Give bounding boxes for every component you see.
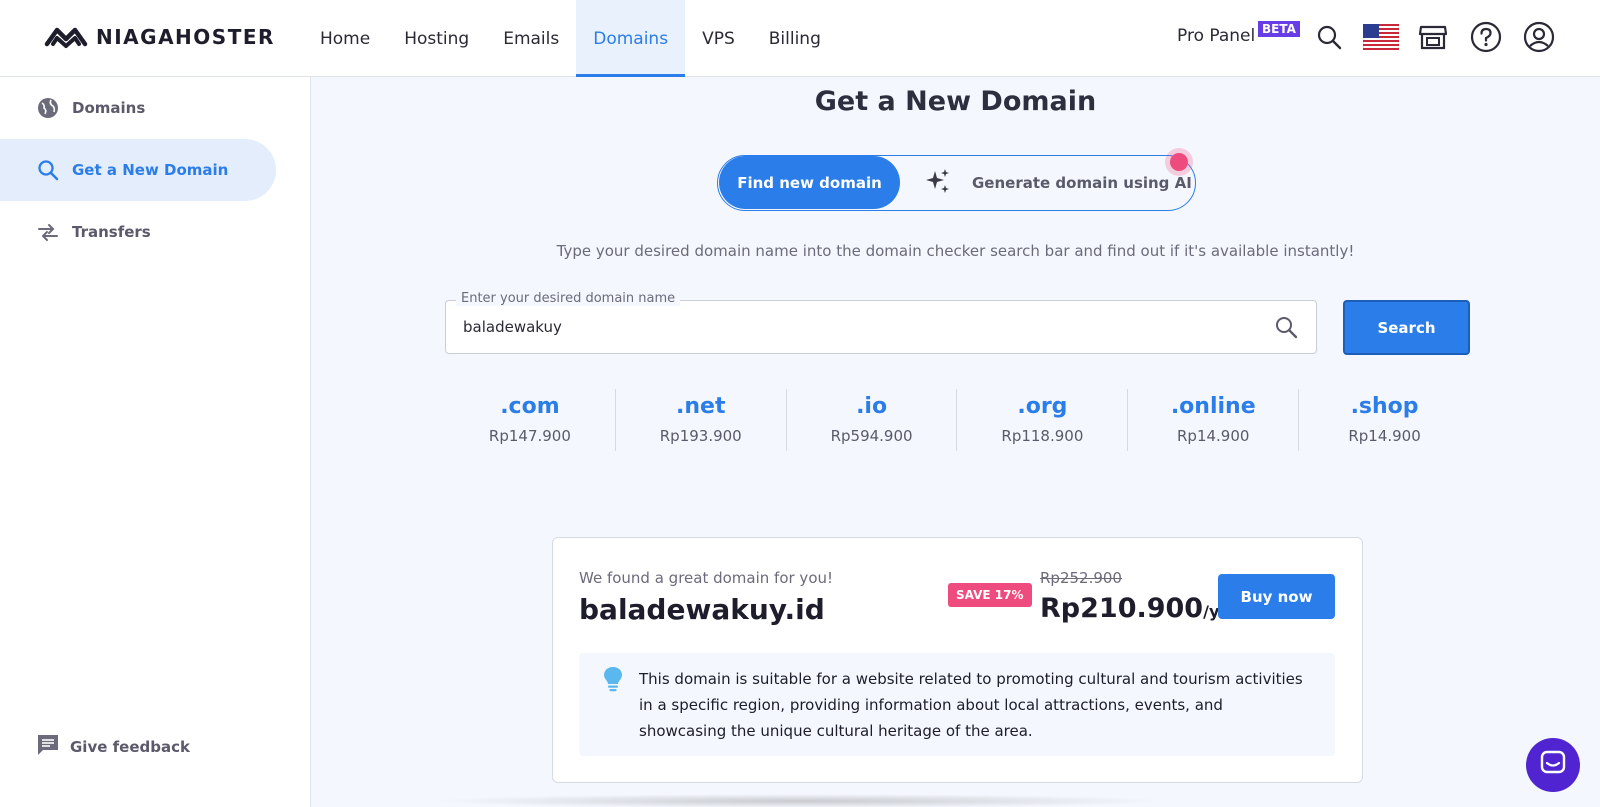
lightbulb-icon [603, 666, 623, 692]
beta-badge: BETA [1258, 21, 1300, 37]
sidebar-item-label: Domains [72, 99, 146, 117]
transfer-icon [36, 220, 60, 244]
find-new-domain-tab[interactable]: Find new domain [719, 156, 900, 209]
tld-item[interactable]: .online Rp14.900 [1128, 389, 1300, 451]
old-price: Rp252.900 [1040, 569, 1122, 587]
tld-name: .net [676, 394, 726, 419]
search-button[interactable]: Search [1343, 300, 1470, 355]
tld-price: Rp594.900 [830, 427, 913, 445]
tld-item[interactable]: .net Rp193.900 [616, 389, 787, 451]
nav-emails[interactable]: Emails [486, 0, 576, 77]
domain-search-field[interactable]: Enter your desired domain name baladewak… [445, 291, 1317, 354]
tld-item[interactable]: .shop Rp14.900 [1299, 389, 1470, 451]
tld-name: .online [1170, 394, 1256, 419]
logo-text: NIAGAHOSTER [96, 25, 275, 49]
save-badge: SAVE 17% [948, 583, 1032, 607]
tld-name: .com [500, 394, 560, 419]
price-value: Rp210.900 [1040, 593, 1204, 624]
tld-name: .org [1017, 394, 1068, 419]
nav-hosting[interactable]: Hosting [387, 0, 486, 77]
tld-price-list: .com Rp147.900 .net Rp193.900 .io Rp594.… [445, 389, 1470, 451]
account-icon[interactable] [1522, 20, 1556, 54]
buy-now-button[interactable]: Buy now [1218, 574, 1335, 619]
tld-item[interactable]: .com Rp147.900 [445, 389, 616, 451]
nav-vps[interactable]: VPS [685, 0, 752, 77]
search-mode-toggle: Find new domain Generate domain using AI [717, 155, 1196, 211]
bottom-shadow [430, 794, 1170, 807]
tld-price: Rp147.900 [488, 427, 571, 445]
page-subtitle: Type your desired domain name into the d… [556, 242, 1355, 260]
tld-price: Rp193.900 [659, 427, 742, 445]
globe-icon [36, 96, 60, 120]
tld-item[interactable]: .io Rp594.900 [787, 389, 958, 451]
suggested-domain: baladewakuy.id [579, 593, 825, 626]
tld-item[interactable]: .org Rp118.900 [957, 389, 1129, 451]
search-field-label: Enter your desired domain name [456, 291, 681, 306]
sparkle-icon [924, 167, 952, 199]
generate-ai-tab[interactable]: Generate domain using AI [924, 156, 1192, 209]
chat-icon [1539, 749, 1567, 781]
nav-home[interactable]: Home [303, 0, 387, 77]
new-price: Rp210.900/yr [1040, 593, 1227, 624]
feedback-icon [36, 733, 60, 761]
tld-price: Rp14.900 [1348, 427, 1421, 445]
page-title: Get a New Domain [814, 86, 1097, 117]
logo-icon [44, 27, 88, 48]
store-icon[interactable] [1416, 20, 1450, 54]
sidebar-item-transfers[interactable]: Transfers [0, 201, 276, 263]
sidebar-item-domains[interactable]: Domains [0, 77, 276, 139]
chat-button[interactable] [1526, 738, 1580, 792]
tld-name: .shop [1350, 394, 1419, 419]
tld-name: .io [856, 394, 888, 419]
help-icon[interactable] [1469, 20, 1503, 54]
sidebar: Domains Get a New Domain Transfers [0, 77, 311, 807]
nav-billing[interactable]: Billing [752, 0, 838, 77]
notification-dot [1170, 153, 1188, 171]
us-flag-icon[interactable] [1362, 20, 1400, 54]
top-header: NIAGAHOSTER Home Hosting Emails Domains … [0, 0, 1600, 77]
domain-suggestion-card: We found a great domain for you! baladew… [552, 537, 1363, 783]
search-input[interactable]: baladewakuy [463, 318, 562, 336]
sidebar-item-label: Transfers [72, 223, 151, 241]
logo[interactable]: NIAGAHOSTER [44, 25, 275, 49]
found-text: We found a great domain for you! [579, 569, 834, 587]
domain-info-text: This domain is suitable for a website re… [639, 670, 1303, 740]
sidebar-item-label: Get a New Domain [72, 161, 229, 179]
search-icon[interactable] [1274, 315, 1298, 339]
search-icon[interactable] [1312, 20, 1346, 54]
feedback-label: Give feedback [70, 738, 190, 756]
nav-domains[interactable]: Domains [576, 0, 686, 77]
tld-price: Rp118.900 [1001, 427, 1084, 445]
tld-price: Rp14.900 [1177, 427, 1250, 445]
pro-panel-link[interactable]: Pro Panel [1177, 26, 1255, 46]
generate-ai-label: Generate domain using AI [972, 173, 1192, 192]
main-nav: Home Hosting Emails Domains VPS Billing [303, 0, 838, 77]
search-icon [36, 158, 60, 182]
domain-info-box: This domain is suitable for a website re… [579, 653, 1335, 756]
give-feedback-button[interactable]: Give feedback [36, 733, 190, 761]
sidebar-item-get-new-domain[interactable]: Get a New Domain [0, 139, 276, 201]
